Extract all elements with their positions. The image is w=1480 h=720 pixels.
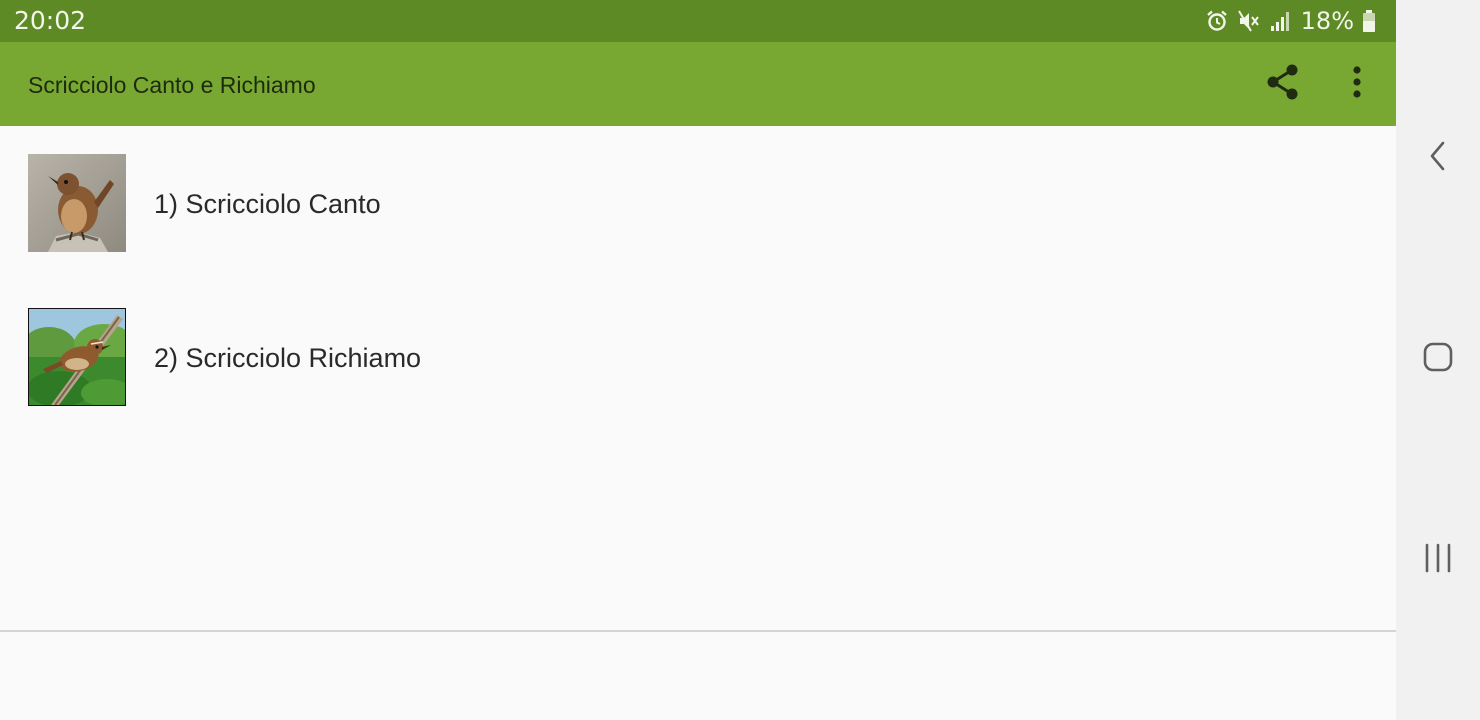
list-item-label: 2) Scricciolo Richiamo [154,343,422,373]
status-icons: 18% [1205,6,1376,36]
app-title: Scricciolo Canto e Richiamo [28,72,316,98]
home-icon [1422,341,1454,378]
wren-on-branch-painting [28,308,126,406]
app-bar: Scricciolo Canto e Richiamo [0,42,1396,126]
navigation-bar [1396,0,1480,720]
recent-apps-icon [1423,542,1453,579]
alarm-icon [1205,9,1229,33]
back-icon [1428,140,1448,177]
share-icon [1265,63,1301,106]
back-button[interactable] [1414,134,1462,182]
battery-icon [1362,9,1376,33]
list-item[interactable]: 2) Scricciolo Richiamo [0,293,1396,423]
app-screen: 20:02 18% Scricciolo Canto e Richiamo 1)… [0,0,1396,720]
recent-apps-button[interactable] [1414,536,1462,584]
list-item[interactable]: 1) Scricciolo Canto [0,139,1396,269]
wren-perched-photo [28,154,126,252]
battery-percent: 18% [1300,7,1354,35]
home-button[interactable] [1414,335,1462,383]
signal-icon [1269,9,1291,33]
more-options-button[interactable] [1335,62,1379,106]
status-time: 20:02 [14,6,87,35]
status-bar: 20:02 18% [0,0,1396,42]
mute-icon [1237,9,1261,33]
share-button[interactable] [1261,62,1305,106]
list-item-label: 1) Scricciolo Canto [154,189,381,219]
divider [0,630,1396,632]
more-vert-icon [1352,65,1362,103]
